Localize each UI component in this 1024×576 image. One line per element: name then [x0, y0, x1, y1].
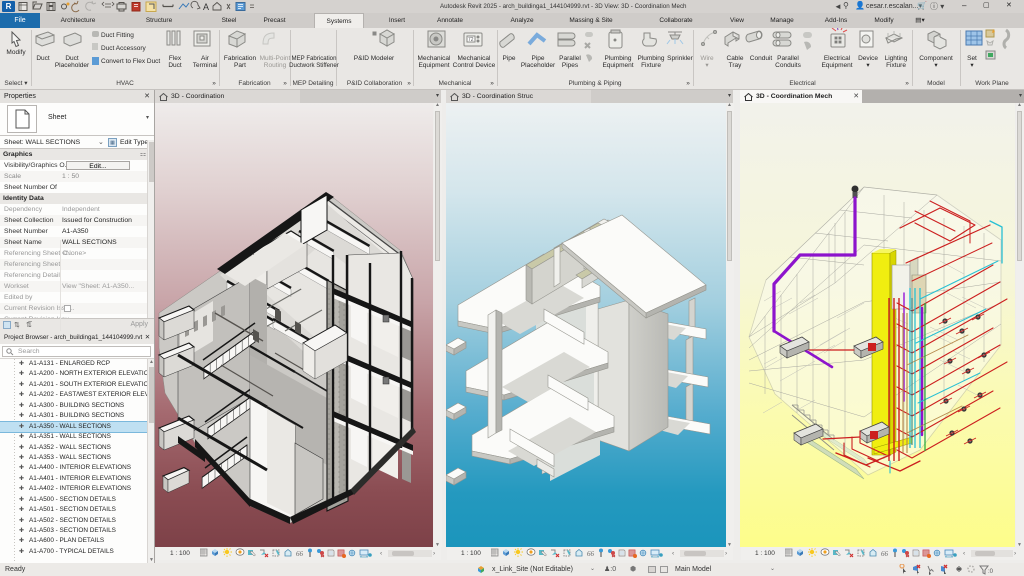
- svg-text:A: A: [203, 2, 209, 12]
- svg-text::0: :0: [988, 569, 993, 575]
- svg-text:72: 72: [468, 37, 474, 43]
